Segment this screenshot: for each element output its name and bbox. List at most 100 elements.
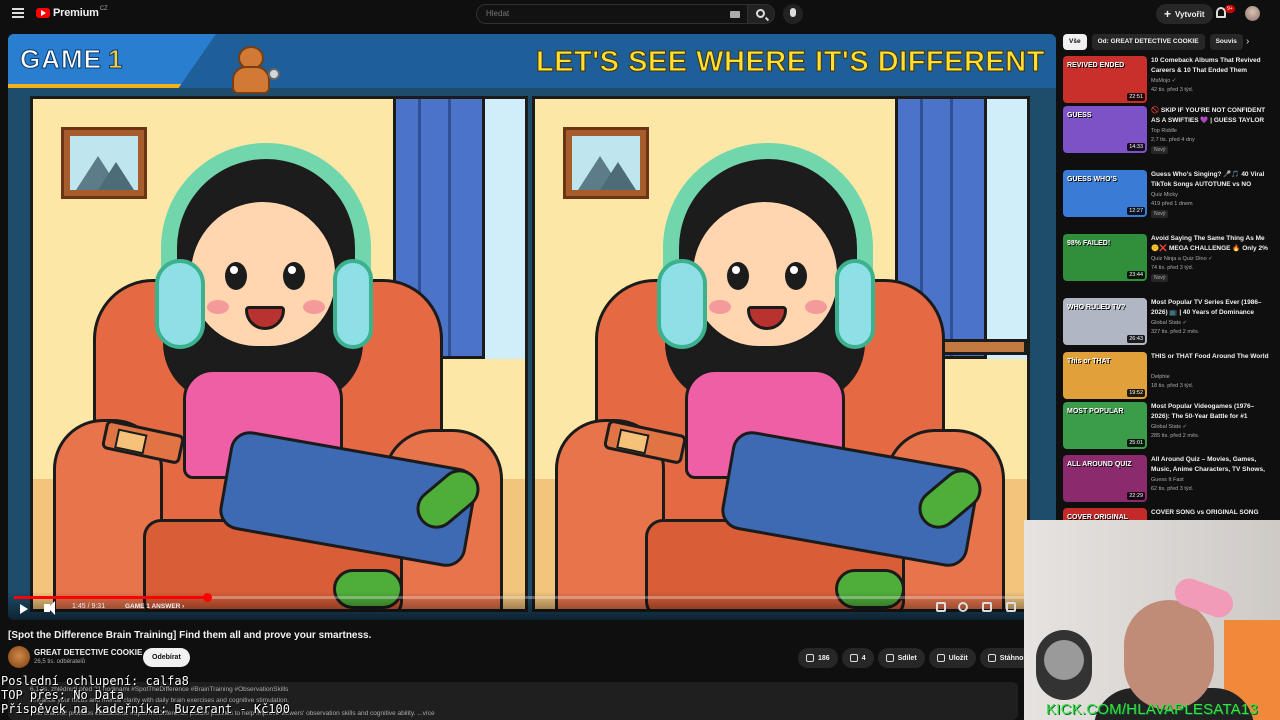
thumbnail-text: ALL AROUND QUIZ <box>1067 461 1132 468</box>
save-button[interactable]: Uložit <box>928 648 976 668</box>
recommended-video[interactable]: GUESS WHO'S 12:27 Guess Who's Singing? 🎤🎵 … <box>1063 170 1273 220</box>
headphone-earcup <box>657 259 707 349</box>
video-thumbnail[interactable]: WHO RULED TV? 26:43 <box>1063 298 1147 345</box>
kick-channel-url: KICK.COM/HLAVAPLESATA13 <box>1046 701 1258 718</box>
recommended-channel-name[interactable]: Quiz Micky <box>1151 192 1178 198</box>
channel-avatar[interactable] <box>8 646 30 668</box>
video-player[interactable]: GAME 1 LET'S SEE WHERE IT'S DIFFERENT 1:… <box>8 34 1056 620</box>
mascot-body <box>232 66 270 94</box>
recommended-video-title[interactable]: Most Popular TV Series Ever (1986–2026) … <box>1151 298 1269 317</box>
duration-badge: 23:44 <box>1127 271 1145 279</box>
chip-all[interactable]: Vše <box>1063 34 1087 50</box>
save-label: Uložit <box>948 654 968 662</box>
stream-overlay-line: TOP přes: No Data <box>1 688 124 702</box>
time-display: 1:45 / 9:31 <box>72 603 106 610</box>
duration-badge: 12:27 <box>1127 207 1145 215</box>
thumbnail-text: REVIVED ENDED <box>1067 62 1125 69</box>
chapter-title[interactable]: GAME 1 ANSWER › <box>125 603 184 610</box>
keyboard-icon[interactable] <box>730 11 740 18</box>
recommended-video[interactable]: WHO RULED TV? 26:43 Most Popular TV Series… <box>1063 298 1273 348</box>
recommended-video-meta: 327 tis. před 2 měs. <box>1151 329 1200 335</box>
video-thumbnail[interactable]: MOST POPULAR 25:01 <box>1063 402 1147 449</box>
recommended-video-title[interactable]: Guess Who's Singing? 🎤🎵 40 Viral TikTok … <box>1151 170 1269 190</box>
recommended-video[interactable]: MOST POPULAR 25:01 Most Popular Videogames… <box>1063 402 1273 452</box>
volume-icon[interactable] <box>44 601 55 615</box>
video-actions: 186 4 Sdílet Uložit Stáhnout <box>798 648 1042 668</box>
recommended-video-title[interactable]: COVER SONG vs ORIGINAL SONG <box>1151 508 1269 518</box>
thumbnail-text: WHO RULED TV? <box>1067 304 1126 311</box>
recommended-video-meta: 74 tis. před 3 týd. <box>1151 265 1194 271</box>
subscribe-button[interactable]: Odebírat <box>143 648 190 667</box>
menu-icon[interactable] <box>12 8 24 18</box>
thumbnail-text: GUESS <box>1067 112 1092 119</box>
recommended-video[interactable]: 98% FAILED! 23:44 Avoid Saying The Same Th… <box>1063 234 1273 284</box>
chip-channel[interactable]: Od: GREAT DETECTIVE COOKIE <box>1091 34 1205 50</box>
recommended-channel-name[interactable]: Global Stats ✓ <box>1151 320 1187 326</box>
progress-bar[interactable] <box>14 593 1030 602</box>
streamer-head <box>1124 600 1214 710</box>
video-thumbnail[interactable]: ALL AROUND QUIZ 22:29 <box>1063 455 1147 502</box>
plus-icon: + <box>1164 7 1172 21</box>
recommended-video-title[interactable]: THIS or THAT Food Around The World <box>1151 352 1269 362</box>
thumbnail-text: 98% FAILED! <box>1067 240 1111 247</box>
video-thumbnail[interactable]: GUESS WHO'S 12:27 <box>1063 170 1147 217</box>
like-button[interactable]: 186 <box>798 648 838 668</box>
recommended-video-title[interactable]: All Around Quiz – Movies, Games, Music, … <box>1151 455 1269 475</box>
recommended-channel-name[interactable]: MsMojo ✓ <box>1151 78 1176 84</box>
channel-name[interactable]: GREAT DETECTIVE COOKIE <box>34 648 142 657</box>
recommended-video[interactable]: This or THAT 19:52 THIS or THAT Food Aroun… <box>1063 352 1273 402</box>
video-headline: LET'S SEE WHERE IT'S DIFFERENT <box>536 46 1045 79</box>
recommended-channel-name[interactable]: Delphie <box>1151 374 1170 380</box>
play-icon[interactable] <box>20 604 28 614</box>
miniplayer-icon[interactable] <box>982 602 992 612</box>
recommended-video[interactable]: REVIVED ENDED 22:51 10 Comeback Albums Tha… <box>1063 56 1273 106</box>
search-input[interactable]: Hledat <box>476 4 748 24</box>
video-thumbnail[interactable]: REVIVED ENDED 22:51 <box>1063 56 1147 103</box>
puzzle-panel-right <box>532 96 1030 612</box>
account-avatar[interactable] <box>1245 6 1260 21</box>
headphone-earcup <box>333 259 373 349</box>
top-bar: Premium CZ Hledat + Vytvořit 9+ <box>0 0 1280 28</box>
recommended-channel-name[interactable]: Global Stats ✓ <box>1151 424 1187 430</box>
mountain-shape <box>600 162 636 190</box>
filter-chips: Vše Od: GREAT DETECTIVE COOKIE Souvis <box>1063 34 1265 50</box>
voice-search-mic-icon[interactable] <box>783 4 803 24</box>
streamer-webcam: KICK.COM/HLAVAPLESATA13 <box>1024 520 1280 720</box>
recommended-video-title[interactable]: 10 Comeback Albums That Revived Careers … <box>1151 56 1269 75</box>
duration-badge: 14:33 <box>1127 143 1145 151</box>
dislike-button[interactable]: 4 <box>841 648 874 668</box>
chevron-right-icon[interactable]: › <box>1246 36 1249 47</box>
recommended-video[interactable]: ALL AROUND QUIZ 22:29 All Around Quiz – Mo… <box>1063 455 1273 505</box>
share-button[interactable]: Sdílet <box>877 648 925 668</box>
new-badge: Nový <box>1151 210 1169 218</box>
recommended-video-meta: 2,7 tis. před 4 dny <box>1151 137 1195 143</box>
search-button[interactable] <box>747 4 775 24</box>
gingerbread-detective-mascot <box>224 46 280 94</box>
youtube-premium-logo[interactable]: Premium CZ <box>36 6 108 19</box>
recommended-channel-name[interactable]: Quiz Ninja a Quiz Dino ✓ <box>1151 256 1213 262</box>
thumbs-down-icon <box>849 654 858 662</box>
thumbnail-text: GUESS WHO'S <box>1067 176 1117 183</box>
headphone-earcup <box>155 259 205 349</box>
share-label: Sdílet <box>897 654 917 662</box>
progress-scrubber[interactable] <box>203 593 213 602</box>
girl-face <box>690 199 840 349</box>
recommended-video-title[interactable]: Avoid Saying The Same Thing As Me 🤫❌ MEG… <box>1151 234 1269 254</box>
video-thumbnail[interactable]: This or THAT 19:52 <box>1063 352 1147 399</box>
recommended-video[interactable]: GUESS 14:33 🚫 SKIP IF YOU'RE NOT CONFIDENT… <box>1063 106 1273 156</box>
recommended-channel-name[interactable]: Guess It Fast <box>1151 477 1184 483</box>
recommended-video-title[interactable]: 🚫 SKIP IF YOU'RE NOT CONFIDENT AS A SWIF… <box>1151 106 1269 126</box>
recommended-video-meta: 285 tis. před 2 měs. <box>1151 433 1200 439</box>
fullscreen-icon[interactable] <box>1006 602 1016 612</box>
create-button[interactable]: + Vytvořit <box>1156 4 1213 24</box>
subtitles-icon[interactable] <box>936 602 946 612</box>
video-thumbnail[interactable]: 98% FAILED! 23:44 <box>1063 234 1147 281</box>
recommended-channel-name[interactable]: Top Riddle <box>1151 128 1177 134</box>
progress-fill <box>14 596 208 599</box>
settings-gear-icon[interactable] <box>958 602 968 612</box>
chip-related[interactable]: Souvis <box>1209 34 1243 50</box>
game-label: GAME 1 <box>20 44 123 75</box>
video-thumbnail[interactable]: GUESS 14:33 <box>1063 106 1147 153</box>
game-number: 1 <box>107 44 124 75</box>
recommended-video-title[interactable]: Most Popular Videogames (1976–2026): The… <box>1151 402 1269 421</box>
